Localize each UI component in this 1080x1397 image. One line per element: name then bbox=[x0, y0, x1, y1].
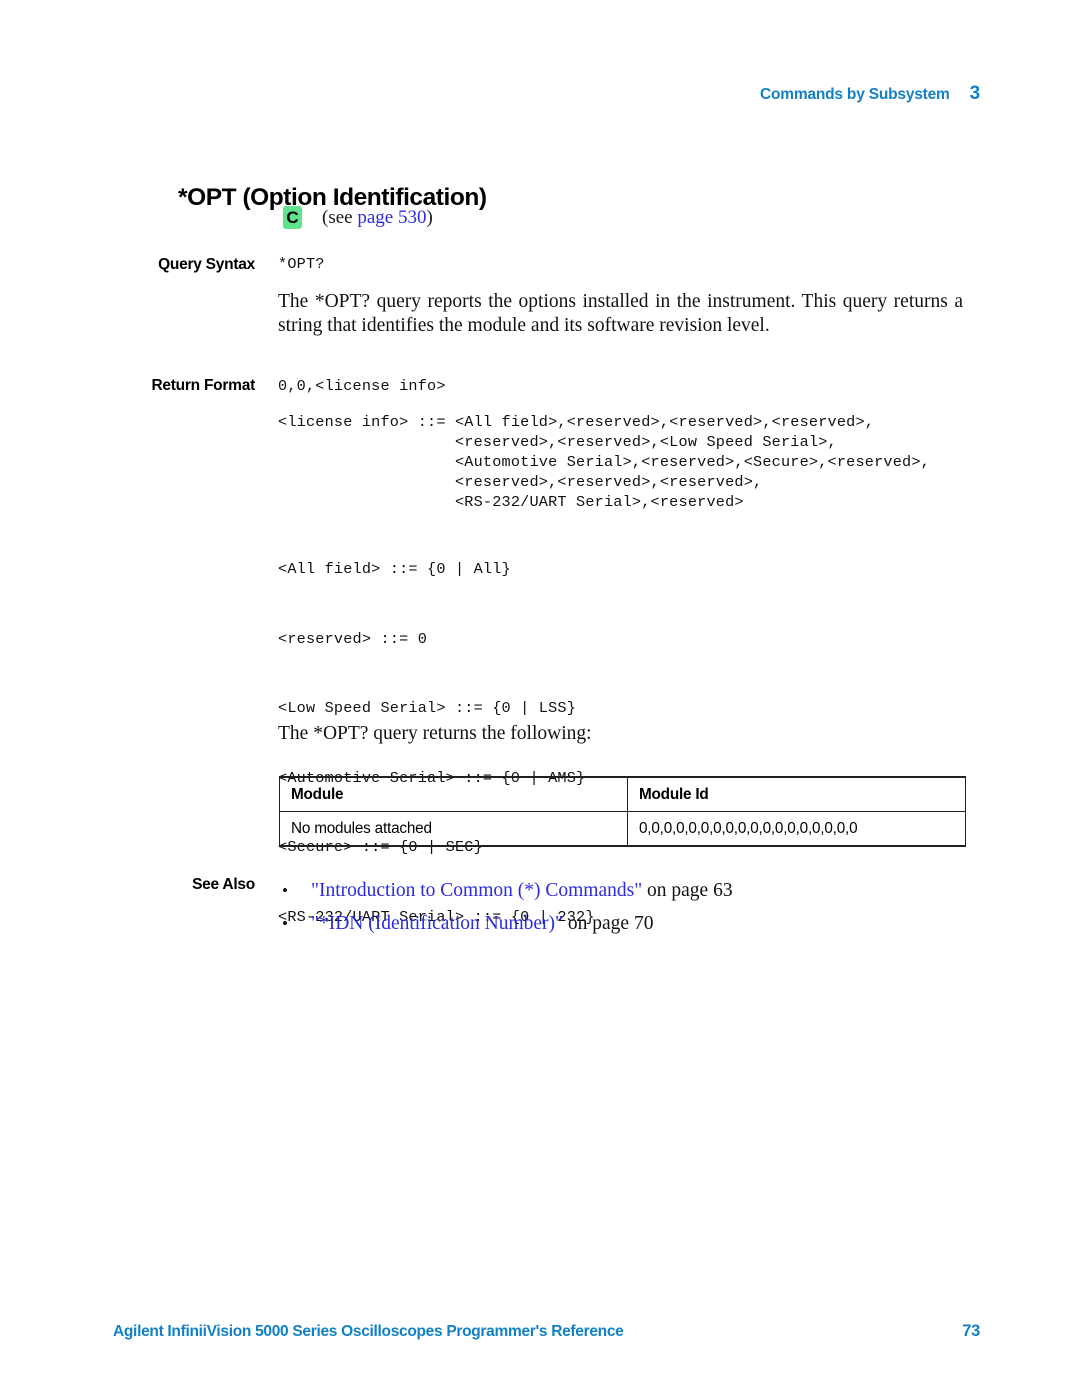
see-suffix: ) bbox=[426, 206, 433, 228]
grammar-definition-line: <reserved> ::= 0 bbox=[278, 629, 428, 648]
see-also-tail: on page 63 bbox=[642, 880, 733, 901]
footer-page-number: 73 bbox=[962, 1322, 980, 1340]
running-header-chapter-number: 3 bbox=[969, 83, 981, 104]
running-header: Commands by Subsystem 3 bbox=[760, 83, 980, 105]
return-format-code: 0,0,<license info> bbox=[278, 377, 446, 395]
table-header-row: Module Module Id bbox=[279, 776, 966, 812]
see-page-text: (see page 530) bbox=[322, 207, 433, 229]
document-page: Commands by Subsystem 3 *OPT (Option Ide… bbox=[0, 0, 1080, 1397]
label-query-syntax: Query Syntax bbox=[158, 256, 255, 273]
table-cell-module-id: 0,0,0,0,0,0,0,0,0,0,0,0,0,0,0,0,0,0 bbox=[627, 811, 966, 847]
see-page-link[interactable]: page 530 bbox=[357, 207, 426, 228]
list-item[interactable]: • "Introduction to Common (*) Commands" o… bbox=[278, 874, 978, 907]
see-also-link[interactable]: "*IDN (Identification Number)" bbox=[311, 913, 563, 934]
label-return-format: Return Format bbox=[151, 377, 255, 394]
query-syntax-code: *OPT? bbox=[278, 255, 325, 273]
capability-reference: C (see page 530) bbox=[283, 206, 433, 229]
description-paragraph: The *OPT? query reports the options inst… bbox=[278, 291, 963, 336]
footer-title: Agilent InfiniiVision 5000 Series Oscill… bbox=[113, 1323, 624, 1340]
page-footer: Agilent InfiniiVision 5000 Series Oscill… bbox=[113, 1322, 980, 1341]
license-info-grammar: <license info> ::= <All field>,<reserved… bbox=[278, 413, 930, 511]
bullet-icon: • bbox=[282, 881, 288, 900]
module-table: Module Module Id No modules attached 0,0… bbox=[279, 776, 966, 847]
see-also-tail: on page 70 bbox=[563, 913, 654, 934]
see-also-list: • "Introduction to Common (*) Commands" o… bbox=[278, 874, 978, 940]
table-cell-module: No modules attached bbox=[279, 811, 628, 847]
table-header-module: Module bbox=[279, 776, 628, 812]
see-prefix: (see bbox=[322, 206, 358, 228]
table-header-module-id: Module Id bbox=[627, 776, 966, 812]
capability-c-badge: C bbox=[283, 206, 302, 229]
see-also-link[interactable]: "Introduction to Common (*) Commands" bbox=[311, 880, 642, 901]
returns-intro-paragraph: The *OPT? query returns the following: bbox=[278, 723, 592, 744]
grammar-definition-line: <All field> ::= {0 | All} bbox=[278, 560, 511, 578]
running-header-chapter-title: Commands by Subsystem bbox=[760, 86, 950, 103]
list-item[interactable]: • "*IDN (Identification Number)" on page … bbox=[278, 907, 978, 940]
bullet-icon: • bbox=[282, 914, 288, 933]
label-see-also: See Also bbox=[192, 876, 255, 893]
table-row: No modules attached 0,0,0,0,0,0,0,0,0,0,… bbox=[279, 811, 966, 847]
